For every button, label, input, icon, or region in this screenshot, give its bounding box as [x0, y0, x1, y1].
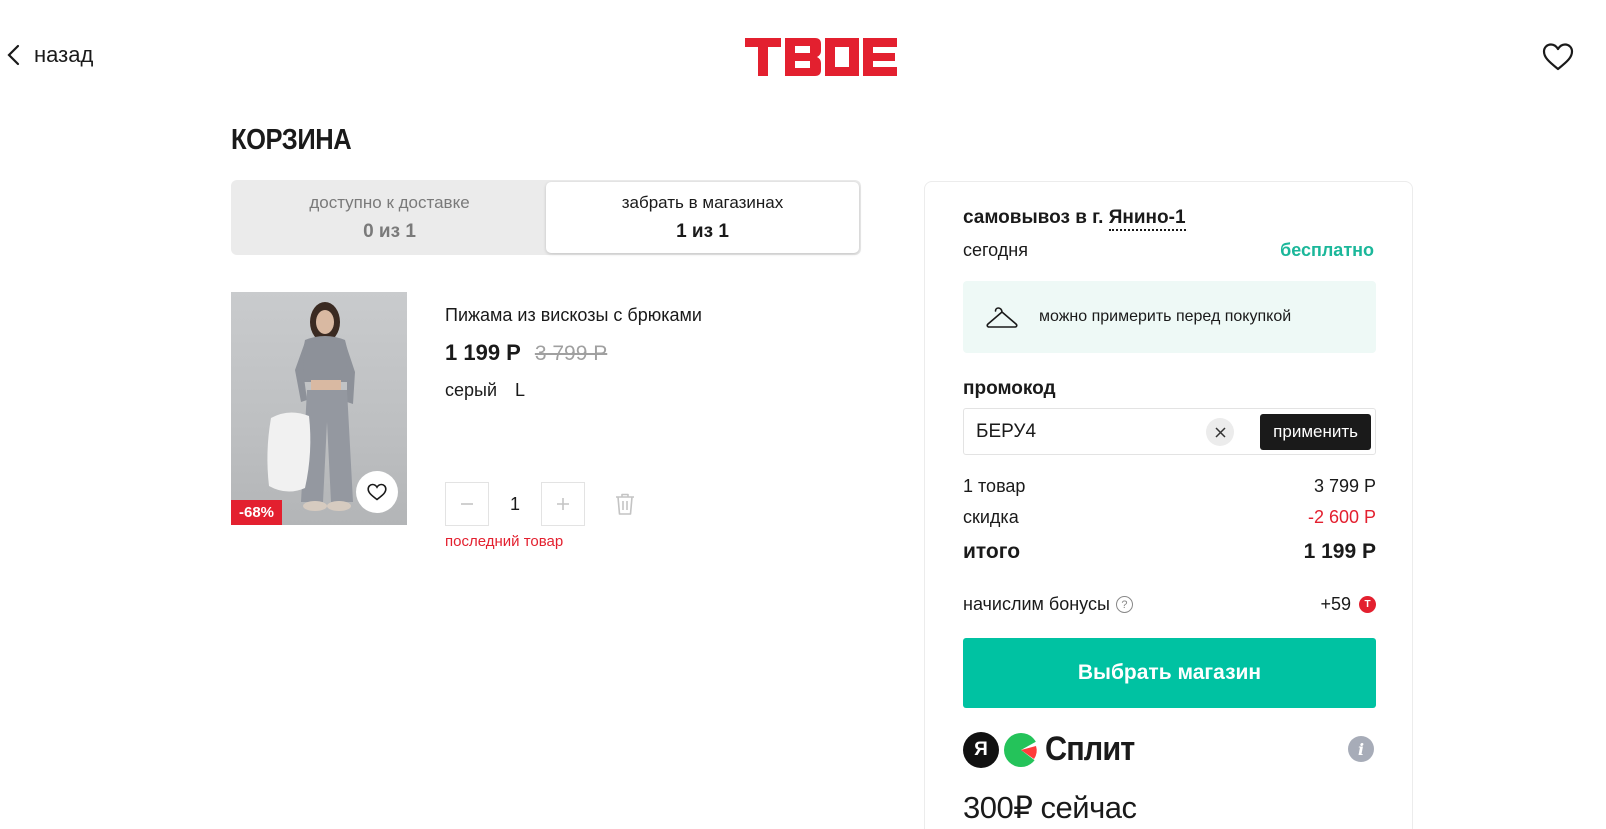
- bonus-label-wrap: начислим бонусы ?: [963, 594, 1133, 615]
- product-variant: серый L: [445, 380, 525, 401]
- chevron-left-icon: [7, 44, 20, 66]
- tryon-notice: можно примерить перед покупкой: [963, 281, 1376, 353]
- discount-label: скидка: [963, 507, 1019, 527]
- increase-quantity-button[interactable]: [541, 482, 585, 526]
- bonus-points-icon: T: [1359, 596, 1376, 613]
- discount-badge: -68%: [231, 500, 283, 525]
- discount-row: скидка -2 600 Р: [963, 507, 1376, 528]
- quantity-stepper: 1: [445, 482, 585, 526]
- hanger-icon: [986, 307, 1018, 328]
- promo-field: применить: [963, 408, 1376, 455]
- items-row: 1 товар 3 799 Р: [963, 476, 1376, 497]
- tab-delivery-count: 0 из 1: [363, 220, 416, 242]
- total-value: 1 199 Р: [1303, 540, 1376, 563]
- tab-pickup-label: забрать в магазинах: [621, 192, 784, 212]
- split-now-amount: 300₽ сейчас: [963, 790, 1137, 825]
- price-row: 1 199 Р 3 799 Р: [445, 340, 607, 366]
- tab-delivery[interactable]: доступно к доставке 0 из 1: [233, 182, 546, 253]
- pickup-title: самовывоз в г. Янино-1: [963, 207, 1186, 231]
- discount-value: -2 600 Р: [1307, 507, 1376, 527]
- order-summary-panel: самовывоз в г. Янино-1 сегодня бесплатно…: [924, 181, 1413, 829]
- tab-pickup[interactable]: забрать в магазинах 1 из 1: [546, 182, 859, 253]
- trash-icon[interactable]: [614, 492, 636, 516]
- bonus-value: +59: [1320, 594, 1351, 614]
- tab-pickup-count: 1 из 1: [676, 220, 729, 242]
- items-label: 1 товар: [963, 476, 1026, 496]
- decrease-quantity-button[interactable]: [445, 482, 489, 526]
- page-title: КОРЗИНА: [231, 124, 352, 156]
- minus-icon: [461, 503, 473, 505]
- favorites-heart-icon[interactable]: [1542, 42, 1574, 72]
- product-old-price: 3 799 Р: [534, 342, 608, 365]
- total-label: итого: [963, 540, 1021, 563]
- back-button[interactable]: назад: [6, 42, 93, 68]
- heart-icon: [367, 483, 387, 501]
- product-size: L: [515, 380, 526, 400]
- apply-promo-button[interactable]: применить: [1260, 414, 1371, 450]
- pickup-price: бесплатно: [1280, 240, 1374, 260]
- yandex-icon: Я: [963, 731, 999, 768]
- info-icon[interactable]: i: [1348, 736, 1374, 762]
- bonus-row: начислим бонусы ? +59 T: [963, 594, 1376, 615]
- tryon-text: можно примерить перед покупкой: [1039, 308, 1292, 325]
- pickup-city-link[interactable]: Янино-1: [1108, 207, 1186, 231]
- brand-logo[interactable]: [745, 38, 897, 76]
- stock-note: последний товар: [445, 533, 564, 550]
- clear-promo-button[interactable]: [1206, 418, 1234, 446]
- choose-store-button[interactable]: Выбрать магазин: [963, 638, 1376, 708]
- help-icon[interactable]: ?: [1115, 596, 1133, 613]
- split-title: Сплит: [1045, 730, 1135, 768]
- quantity-value: 1: [509, 493, 520, 514]
- bonus-value-wrap: +59 T: [1320, 594, 1376, 615]
- product-name[interactable]: Пижама из вискозы с брюками: [445, 305, 702, 326]
- fulfillment-tabs: доступно к доставке 0 из 1 забрать в маг…: [231, 180, 861, 255]
- yandex-split-logo: Я Сплит: [963, 730, 1144, 769]
- promo-input[interactable]: [976, 417, 1196, 447]
- pickup-prefix: самовывоз в г.: [963, 207, 1104, 228]
- back-label: назад: [34, 42, 94, 67]
- close-icon: [1214, 426, 1226, 438]
- product-favorite-button[interactable]: [356, 471, 398, 513]
- bonus-label: начислим бонусы: [963, 594, 1110, 614]
- total-row: итого 1 199 Р: [963, 540, 1376, 564]
- plus-icon: [557, 498, 569, 510]
- product-image[interactable]: -68%: [231, 292, 407, 525]
- promo-label: промокод: [963, 378, 1056, 399]
- product-color: серый: [445, 380, 498, 400]
- items-value: 3 799 Р: [1313, 476, 1376, 496]
- product-price: 1 199 Р: [445, 340, 521, 365]
- tab-delivery-label: доступно к доставке: [309, 192, 470, 212]
- split-mark-icon: [1004, 732, 1039, 767]
- pickup-day: сегодня: [963, 240, 1028, 260]
